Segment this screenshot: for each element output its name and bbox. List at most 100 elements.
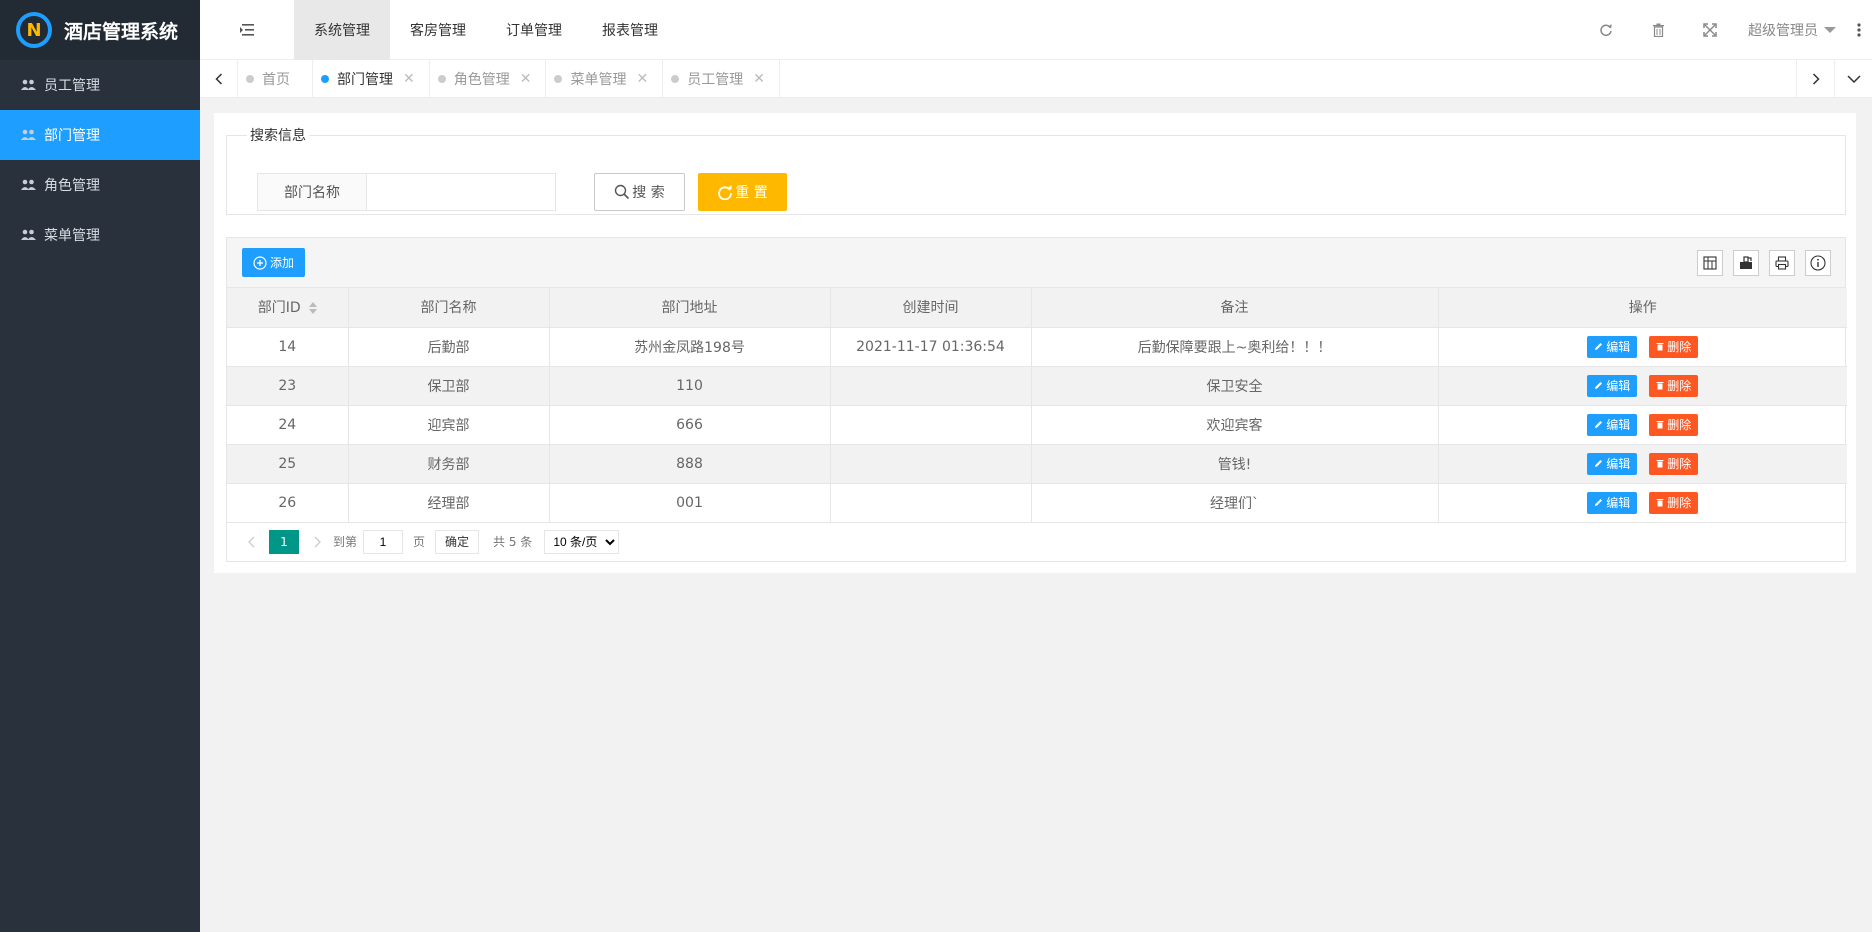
goto-confirm-button[interactable]: 确定 (435, 529, 480, 554)
users-icon (20, 78, 36, 92)
export-icon[interactable] (1733, 250, 1759, 276)
edit-button[interactable]: 编辑 (1587, 374, 1638, 397)
current-page[interactable]: 1 (269, 529, 299, 554)
delete-button[interactable]: 删除 (1649, 413, 1699, 436)
user-menu[interactable]: 超级管理员 (1736, 0, 1846, 60)
close-icon[interactable]: ✕ (753, 71, 765, 87)
page-tab-3[interactable]: 菜单管理 ✕ (546, 60, 664, 98)
sidebar-item-label: 部门管理 (44, 128, 100, 144)
delete-button[interactable]: 删除 (1649, 374, 1699, 397)
edit-icon (1594, 420, 1606, 429)
cell-name: 迎宾部 (347, 404, 550, 445)
cell-remark: 后勤保障要跟上~奥利给！！！ (1030, 326, 1439, 367)
delete-button[interactable]: 删除 (1649, 335, 1699, 358)
sidebar-item-label: 角色管理 (44, 178, 100, 194)
tab-scroll-left-button[interactable] (200, 60, 238, 98)
top-tab-2[interactable]: 订单管理 (486, 0, 582, 60)
cell-remark: 经理们` (1030, 482, 1439, 523)
main-content: 搜索信息 部门名称 搜 索 重 置 添加 部门ID 部门名称 部门地址 创建时间… (214, 113, 1856, 573)
table-row: 25 财务部 888 管钱! 编辑 删除 (227, 443, 1847, 484)
column-header: 操作 (1437, 288, 1847, 328)
delete-button-label: 删除 (1667, 418, 1692, 432)
next-page-button[interactable] (307, 530, 327, 554)
caret-down-icon (1824, 27, 1836, 33)
edit-button[interactable]: 编辑 (1587, 335, 1638, 358)
dept-name-input[interactable] (366, 173, 556, 211)
trash-icon[interactable] (1632, 0, 1684, 60)
close-icon[interactable]: ✕ (403, 71, 415, 87)
cell-address: 001 (548, 482, 831, 523)
close-icon[interactable]: ✕ (636, 71, 648, 87)
sidebar: N 酒店管理系统 员工管理部门管理角色管理菜单管理 (0, 0, 200, 932)
chevron-left-icon (214, 73, 222, 85)
fullscreen-icon[interactable] (1684, 0, 1736, 60)
sidebar-item-3[interactable]: 菜单管理 (0, 210, 200, 260)
page-tab-4[interactable]: 员工管理 ✕ (663, 60, 780, 98)
edit-button[interactable]: 编辑 (1587, 452, 1638, 475)
dept-table: 部门ID 部门名称 部门地址 创建时间 备注 操作 14 后勤部 苏州金凤路198号 2021-… (227, 288, 1847, 523)
edit-button-label: 编辑 (1606, 340, 1631, 354)
top-tab-0[interactable]: 系统管理 (294, 0, 390, 60)
page-tab-2[interactable]: 角色管理 ✕ (430, 60, 547, 98)
edit-button-label: 编辑 (1606, 418, 1631, 432)
top-tab-3[interactable]: 报表管理 (582, 0, 678, 60)
close-icon[interactable]: ✕ (520, 71, 532, 87)
add-button[interactable]: 添加 (242, 248, 305, 277)
tab-dot-icon (671, 75, 680, 83)
users-icon (20, 128, 36, 142)
cell-created (829, 365, 1032, 406)
page-tab-0[interactable]: 首页 (238, 60, 313, 98)
page-size-select[interactable]: 10 条/页 (544, 529, 620, 554)
cell-id: 26 (227, 482, 349, 523)
table-toolbar: 添加 (227, 238, 1845, 288)
print-icon[interactable] (1769, 250, 1795, 276)
cell-id: 14 (227, 326, 349, 367)
goto-label: 到第 (333, 535, 358, 549)
users-icon (20, 228, 36, 242)
prev-page-button[interactable] (241, 530, 261, 554)
menu-fold-button[interactable] (200, 0, 294, 60)
sidebar-item-label: 菜单管理 (44, 228, 100, 244)
sort-icon[interactable] (308, 302, 317, 315)
column-header-label: 部门ID (257, 300, 301, 317)
user-name: 超级管理员 (1748, 23, 1818, 39)
delete-button[interactable]: 删除 (1649, 452, 1699, 475)
edit-button-label: 编辑 (1606, 379, 1631, 393)
edit-button[interactable]: 编辑 (1587, 491, 1638, 514)
more-vertical-icon[interactable] (1846, 0, 1872, 60)
tab-menu-button[interactable] (1834, 60, 1872, 98)
edit-icon (1594, 381, 1606, 390)
cell-address: 110 (548, 365, 831, 406)
table-row: 24 迎宾部 666 欢迎宾客 编辑 删除 (227, 404, 1847, 445)
edit-button-label: 编辑 (1606, 457, 1631, 471)
edit-button[interactable]: 编辑 (1587, 413, 1638, 436)
page-tab-1[interactable]: 部门管理 ✕ (313, 60, 430, 98)
column-header-label: 创建时间 (902, 300, 959, 317)
top-tab-1[interactable]: 客房管理 (390, 0, 486, 60)
app-title: 酒店管理系统 (64, 20, 179, 43)
sidebar-item-0[interactable]: 员工管理 (0, 60, 200, 110)
refresh-icon[interactable] (1580, 0, 1632, 60)
trash-icon (1656, 459, 1667, 468)
total-count: 共 5 条 (493, 535, 533, 549)
info-icon[interactable] (1805, 250, 1831, 276)
reset-button[interactable]: 重 置 (698, 173, 787, 211)
chevron-right-icon (314, 536, 321, 547)
sidebar-item-2[interactable]: 角色管理 (0, 160, 200, 210)
delete-button[interactable]: 删除 (1649, 491, 1699, 514)
delete-button-label: 删除 (1667, 340, 1692, 354)
cell-remark: 欢迎宾客 (1030, 404, 1439, 445)
columns-icon[interactable] (1697, 250, 1723, 276)
goto-page-input[interactable] (363, 529, 404, 554)
page-unit-label: 页 (413, 535, 426, 549)
logo[interactable]: N 酒店管理系统 (0, 0, 200, 60)
table-row: 23 保卫部 110 保卫安全 编辑 删除 (227, 365, 1847, 406)
top-header: 系统管理 客房管理 订单管理 报表管理 超级管理员 (200, 0, 1872, 60)
chevron-right-icon (1812, 73, 1820, 85)
sidebar-item-1[interactable]: 部门管理 (0, 110, 200, 160)
search-button[interactable]: 搜 索 (594, 173, 685, 211)
column-header[interactable]: 部门ID (227, 288, 349, 328)
trash-icon (1656, 381, 1667, 390)
sidebar-item-label: 员工管理 (44, 78, 100, 94)
tab-scroll-right-button[interactable] (1796, 60, 1834, 98)
